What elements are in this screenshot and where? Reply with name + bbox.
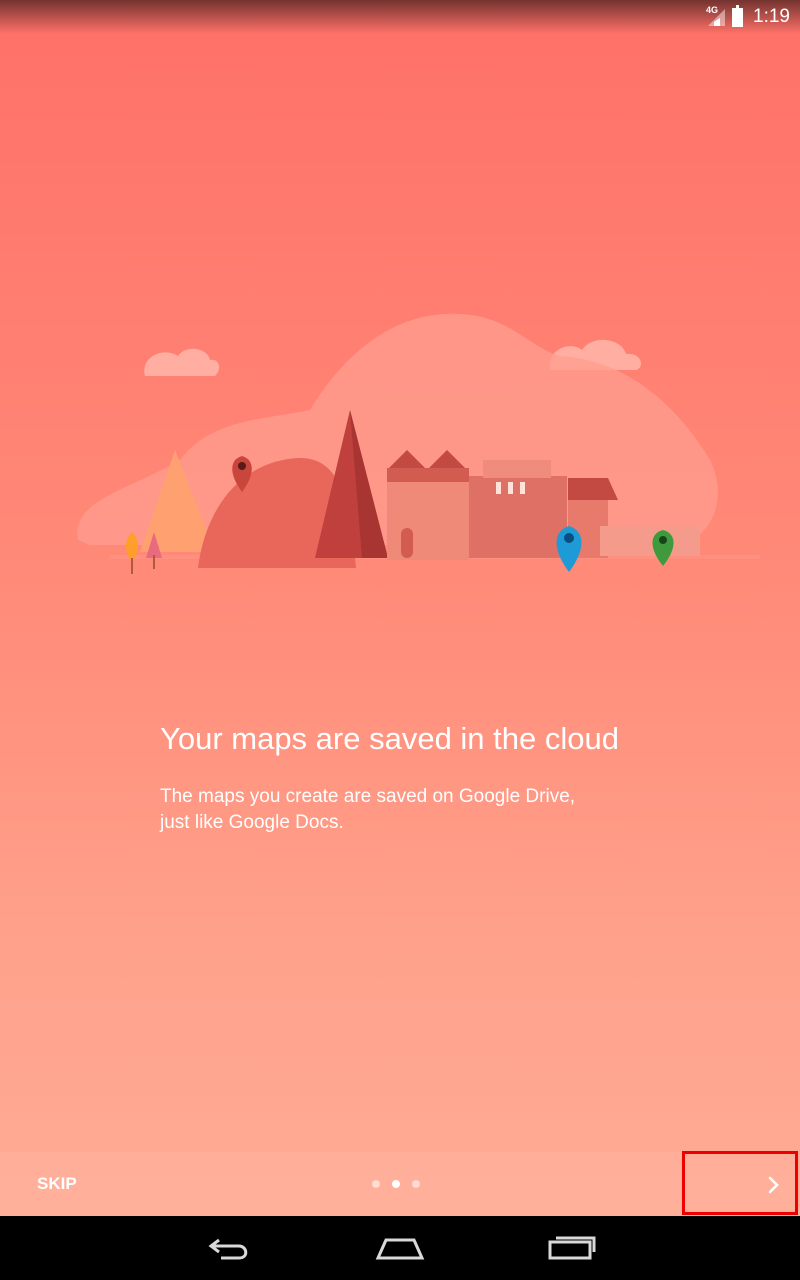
- skip-button[interactable]: SKIP: [0, 1152, 120, 1216]
- home-icon[interactable]: [374, 1230, 426, 1266]
- network-type: 4G: [706, 5, 719, 15]
- page-dot-2-active: [392, 1180, 400, 1188]
- chevron-right-icon: [768, 1176, 779, 1194]
- page-indicator: [372, 1180, 420, 1188]
- status-bar: 4G 1:19: [0, 0, 800, 34]
- description-line-1: The maps you create are saved on Google …: [160, 786, 576, 807]
- page-dot-3: [412, 1180, 420, 1188]
- system-nav-bar: [0, 1216, 800, 1280]
- onboarding-description: The maps you create are saved on Google …: [160, 784, 660, 836]
- description-line-2: just like Google Docs.: [160, 812, 344, 833]
- page-dot-1: [372, 1180, 380, 1188]
- battery-icon: [732, 4, 744, 27]
- onboarding-bottom-bar: SKIP: [0, 1151, 800, 1216]
- recents-icon[interactable]: [546, 1230, 598, 1266]
- signal-icon: 4G: [706, 5, 726, 27]
- status-icons: 4G 1:19: [706, 4, 790, 29]
- back-icon[interactable]: [205, 1230, 255, 1266]
- cloud-city-illustration: [77, 313, 760, 574]
- next-button[interactable]: [682, 1151, 798, 1215]
- onboarding-title: Your maps are saved in the cloud: [160, 721, 619, 756]
- status-time: 1:19: [753, 6, 790, 27]
